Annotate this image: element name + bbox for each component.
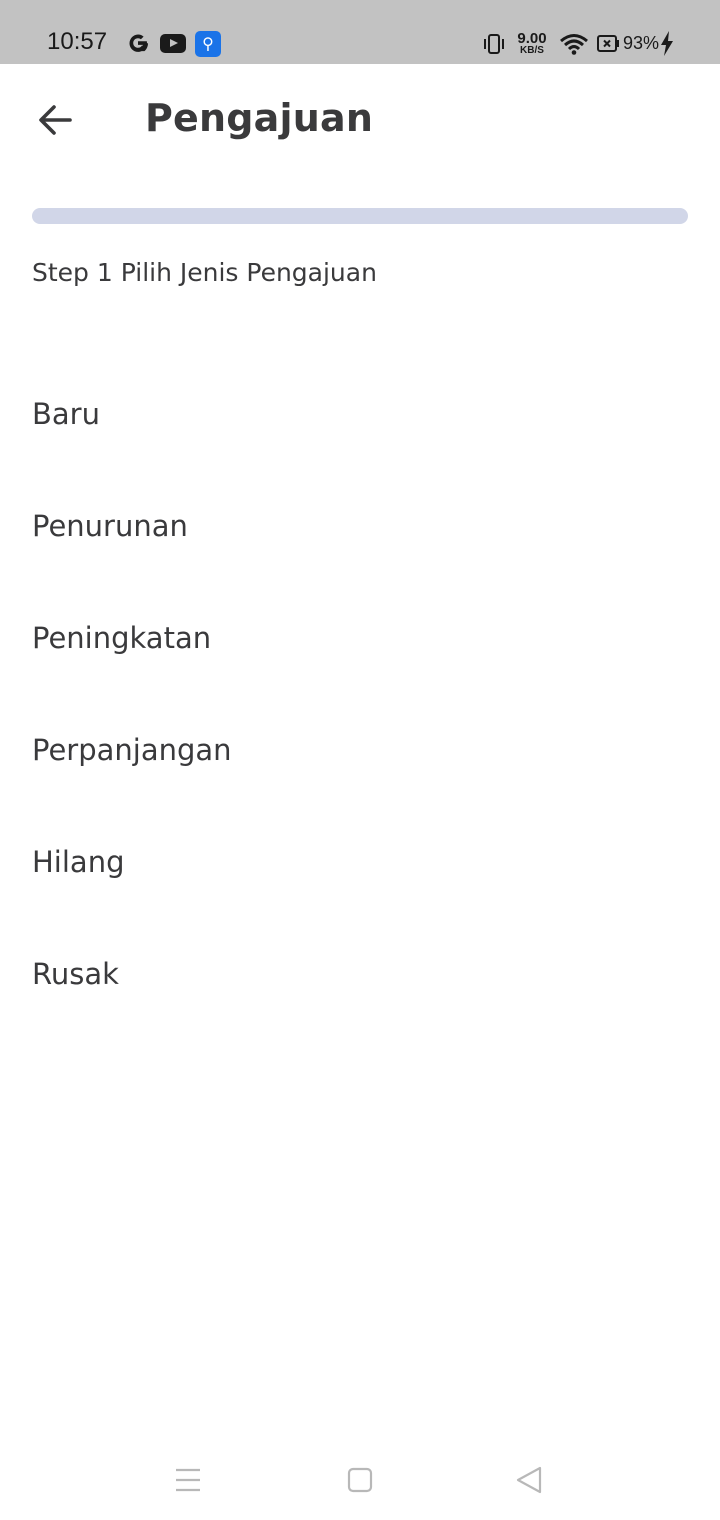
- status-time: 10:57: [47, 28, 108, 55]
- app-bar: Pengajuan: [0, 64, 720, 176]
- network-speed-value: 9.00: [517, 30, 547, 47]
- home-button[interactable]: [340, 1460, 380, 1500]
- home-icon: [347, 1467, 373, 1493]
- page-title: Pengajuan: [145, 96, 374, 140]
- option-hilang[interactable]: Hilang: [0, 806, 720, 918]
- recents-button[interactable]: [168, 1460, 208, 1500]
- charging-icon: [661, 31, 673, 56]
- option-rusak[interactable]: Rusak: [0, 918, 720, 1030]
- youtube-icon: [160, 34, 186, 53]
- option-penurunan[interactable]: Penurunan: [0, 470, 720, 582]
- option-list: Baru Penurunan Peningkatan Perpanjangan …: [0, 358, 720, 1030]
- vibrate-icon: [484, 34, 504, 54]
- system-back-button[interactable]: [510, 1460, 550, 1500]
- option-baru[interactable]: Baru: [0, 358, 720, 470]
- menu-icon: [176, 1468, 200, 1492]
- network-speed: 9.00 KB/S: [514, 31, 550, 56]
- step-label: Step 1 Pilih Jenis Pengajuan: [32, 258, 377, 287]
- system-nav-bar: [0, 1440, 720, 1520]
- back-triangle-icon: [516, 1466, 542, 1494]
- progress-bar: [32, 208, 688, 224]
- option-perpanjangan[interactable]: Perpanjangan: [0, 694, 720, 806]
- network-speed-unit: KB/S: [520, 45, 544, 56]
- battery-percent: 93%: [623, 33, 660, 53]
- battery-icon: [597, 35, 619, 52]
- arrow-left-icon: [39, 105, 72, 135]
- back-button[interactable]: [28, 92, 84, 148]
- wifi-icon: [560, 34, 588, 55]
- google-icon: [129, 34, 148, 52]
- option-peningkatan[interactable]: Peningkatan: [0, 582, 720, 694]
- status-bar: 10:57 ⚲ 9.00 KB/S 93%: [0, 0, 720, 64]
- usb-icon: ⚲: [195, 31, 221, 57]
